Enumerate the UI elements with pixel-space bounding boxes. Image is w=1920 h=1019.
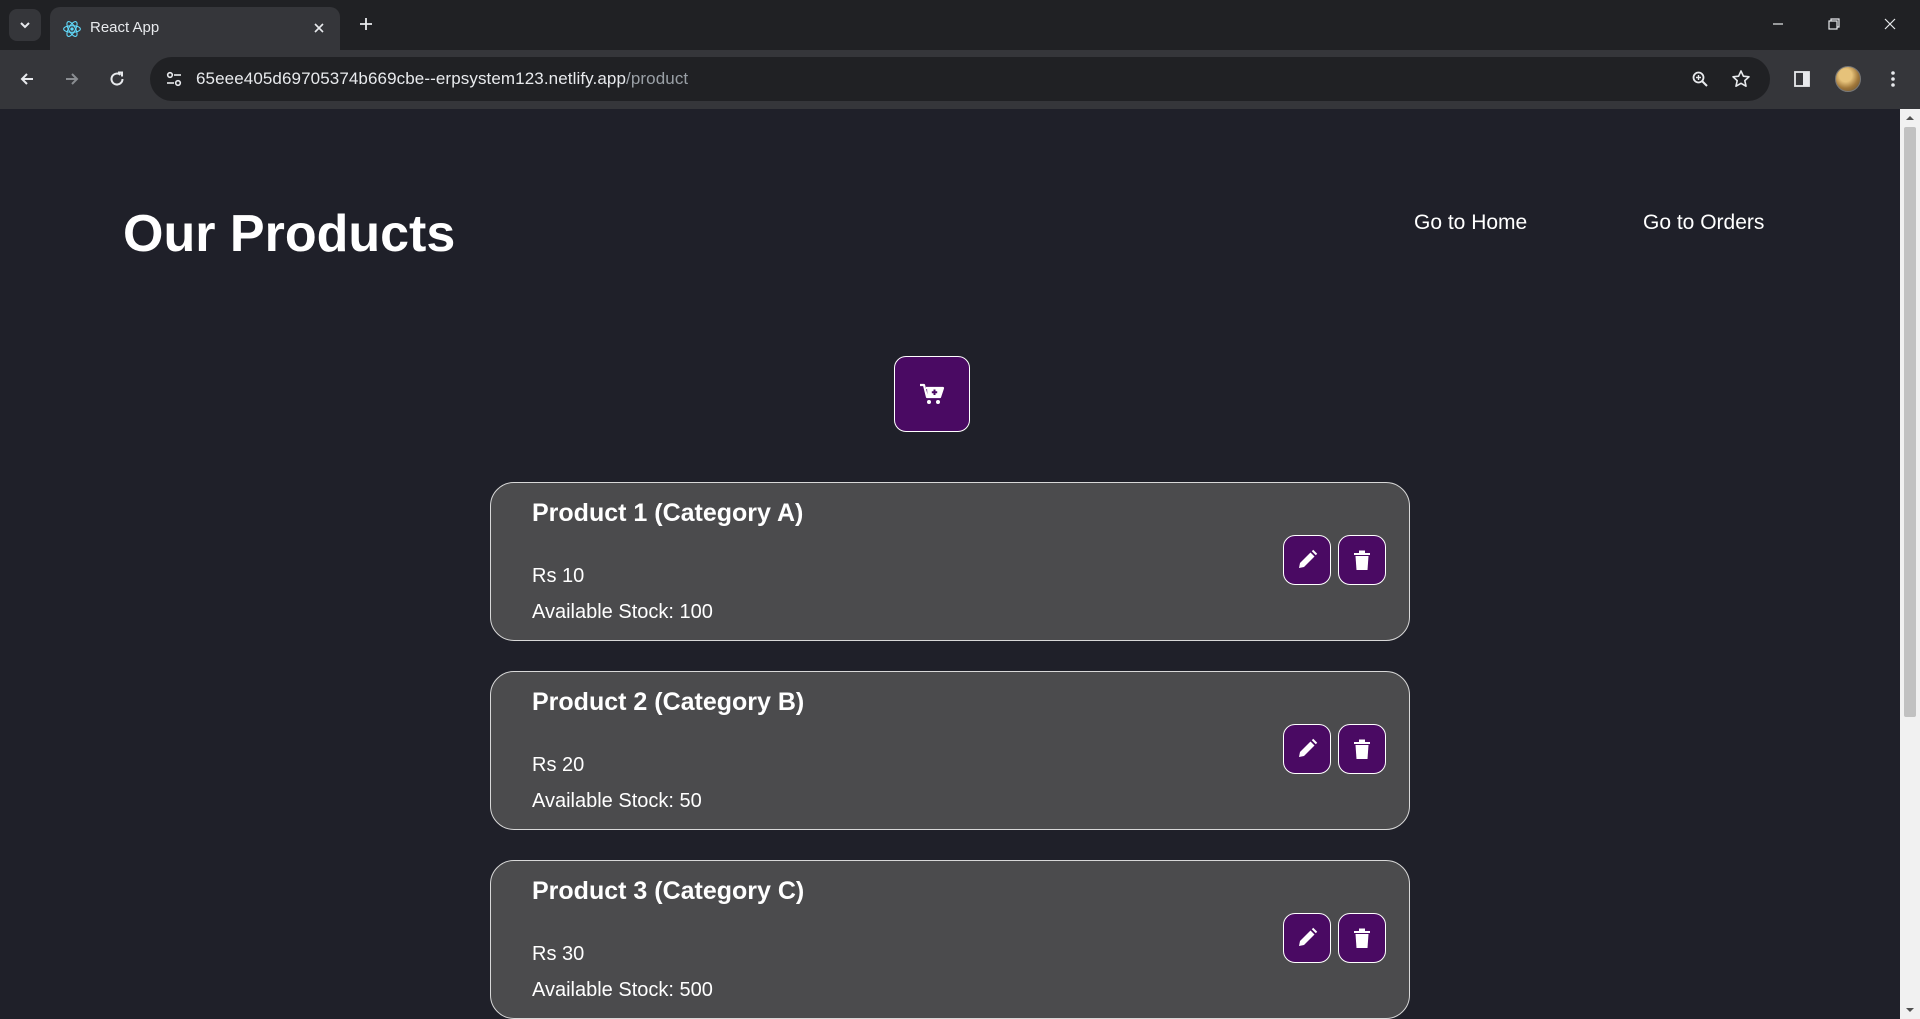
delete-product-button[interactable] xyxy=(1338,535,1386,585)
product-stock: Available Stock: 100 xyxy=(532,601,713,623)
edit-product-button[interactable] xyxy=(1283,913,1331,963)
product-price: Rs 20 xyxy=(532,754,585,776)
plus-icon xyxy=(360,18,372,30)
browser-tab-active[interactable]: React App xyxy=(50,7,340,50)
delete-product-button[interactable] xyxy=(1338,724,1386,774)
product-card: Product 2 (Category B) Rs 20 Available S… xyxy=(490,671,1410,830)
tab-close-button[interactable] xyxy=(308,17,330,39)
chevron-down-icon xyxy=(20,22,30,29)
scroll-down-arrow-icon[interactable] xyxy=(1905,1005,1915,1015)
edit-product-button[interactable] xyxy=(1283,724,1331,774)
star-icon xyxy=(1732,70,1750,87)
browser-toolbar: 65eee405d69705374b669cbe--erpsystem123.n… xyxy=(0,50,1920,109)
bookmark-button[interactable] xyxy=(1727,65,1755,93)
profile-button[interactable] xyxy=(1831,62,1865,96)
page-title: Our Products xyxy=(123,205,456,263)
product-card: Product 1 (Category A) Rs 10 Available S… xyxy=(490,482,1410,641)
product-price: Rs 30 xyxy=(532,943,585,965)
trash-icon xyxy=(1354,739,1370,759)
url-path: /product xyxy=(626,69,689,88)
reload-button[interactable] xyxy=(100,62,134,96)
close-icon xyxy=(1884,18,1896,30)
edit-product-button[interactable] xyxy=(1283,535,1331,585)
pencil-icon xyxy=(1299,738,1318,757)
page-scrollbar[interactable] xyxy=(1900,109,1920,1019)
restore-icon xyxy=(1828,18,1840,30)
tab-search-button[interactable] xyxy=(9,9,41,41)
url-host: 65eee405d69705374b669cbe--erpsystem123.n… xyxy=(196,69,627,88)
close-window-button[interactable] xyxy=(1870,8,1910,40)
page-content: Our Products Go to Home Go to Orders Pro… xyxy=(0,109,1900,1019)
url-text: 65eee405d69705374b669cbe--erpsystem123.n… xyxy=(196,69,688,89)
zoom-icon xyxy=(1692,71,1708,87)
minimize-icon xyxy=(1773,23,1783,25)
arrow-left-icon xyxy=(20,73,33,85)
site-info-button[interactable] xyxy=(160,65,188,93)
product-stock: Available Stock: 500 xyxy=(532,979,713,1001)
tab-title: React App xyxy=(90,19,160,36)
reload-icon xyxy=(110,71,124,86)
pencil-icon xyxy=(1299,549,1318,568)
product-name: Product 2 (Category B) xyxy=(532,688,805,716)
side-panel-icon xyxy=(1794,71,1810,87)
product-name: Product 3 (Category C) xyxy=(532,877,805,905)
react-logo-icon xyxy=(63,21,81,37)
add-to-cart-icon xyxy=(920,383,945,404)
zoom-button[interactable] xyxy=(1686,65,1714,93)
browser-menu-button[interactable] xyxy=(1876,62,1910,96)
pencil-icon xyxy=(1299,927,1318,946)
trash-icon xyxy=(1354,928,1370,948)
product-name: Product 1 (Category A) xyxy=(532,499,804,527)
back-button[interactable] xyxy=(10,62,44,96)
scrollbar-thumb[interactable] xyxy=(1904,127,1916,717)
add-product-button[interactable] xyxy=(894,356,970,432)
address-bar[interactable]: 65eee405d69705374b669cbe--erpsystem123.n… xyxy=(150,57,1770,101)
more-vertical-icon xyxy=(1891,71,1895,87)
arrow-right-icon xyxy=(66,73,79,85)
scroll-up-arrow-icon[interactable] xyxy=(1905,113,1915,123)
product-stock: Available Stock: 50 xyxy=(532,790,702,812)
tune-icon xyxy=(166,71,182,87)
go-to-orders-link[interactable]: Go to Orders xyxy=(1643,211,1764,235)
restore-button[interactable] xyxy=(1814,8,1854,40)
minimize-button[interactable] xyxy=(1758,8,1798,40)
product-card: Product 3 (Category C) Rs 30 Available S… xyxy=(490,860,1410,1019)
delete-product-button[interactable] xyxy=(1338,913,1386,963)
browser-chrome: React App 65eee405d69705374b669cbe--erps… xyxy=(0,0,1920,109)
tab-strip: React App xyxy=(0,0,1920,50)
avatar xyxy=(1835,66,1861,92)
product-price: Rs 10 xyxy=(532,565,585,587)
trash-icon xyxy=(1354,550,1370,570)
go-to-home-link[interactable]: Go to Home xyxy=(1414,211,1527,235)
close-icon xyxy=(314,23,324,33)
forward-button[interactable] xyxy=(55,62,89,96)
side-panel-button[interactable] xyxy=(1785,62,1819,96)
new-tab-button[interactable] xyxy=(352,10,380,38)
